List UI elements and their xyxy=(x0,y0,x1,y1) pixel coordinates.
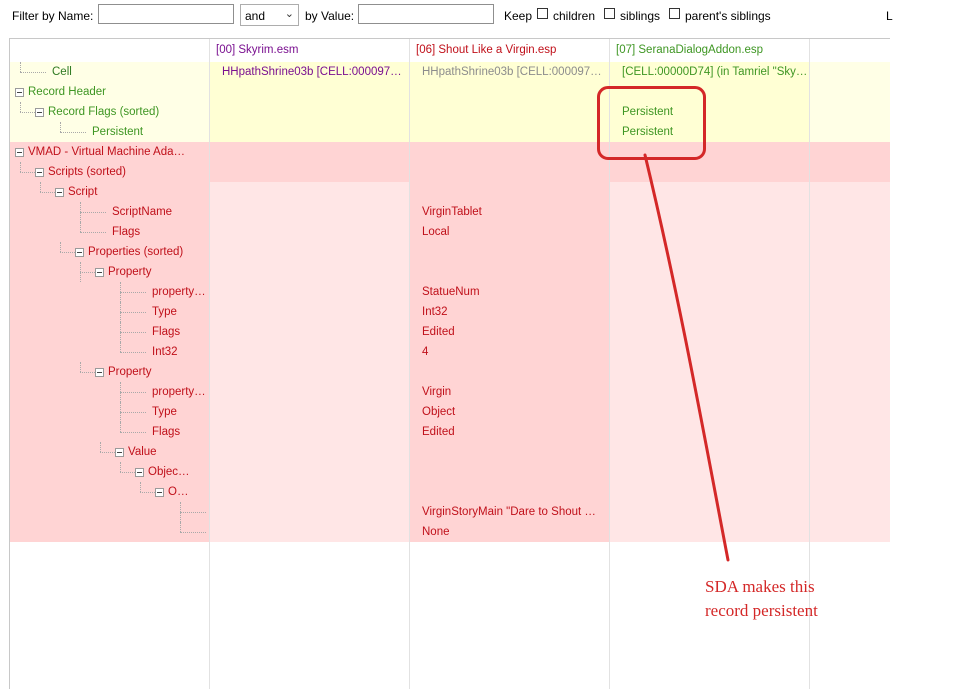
annotation-text: SDA makes this record persistent xyxy=(705,575,905,623)
annotation-line-1: SDA makes this xyxy=(705,577,815,596)
annotation-line-2: record persistent xyxy=(705,601,818,620)
annotation-arrow-line xyxy=(643,153,730,562)
